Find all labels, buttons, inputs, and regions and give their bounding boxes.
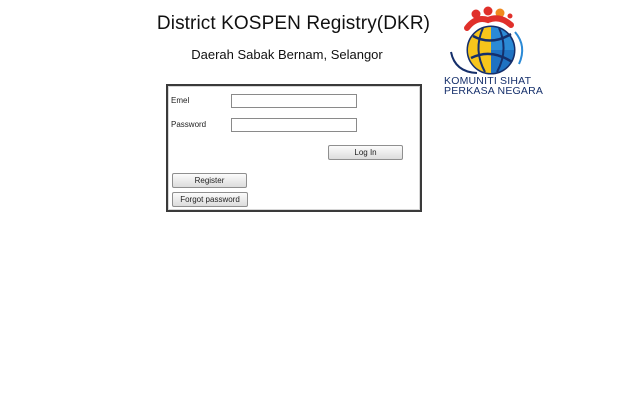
register-button[interactable]: Register [172,173,247,188]
password-label: Password [171,120,207,129]
email-field[interactable] [231,94,357,108]
login-panel: Emel Password Log In Register Forgot pas… [166,84,422,212]
logo: KOMUNITI SIHAT PERKASA NEGARA [443,6,565,98]
komuniti-sihat-logo-icon [450,6,524,75]
email-label: Emel [171,96,190,105]
login-button[interactable]: Log In [328,145,403,160]
password-field[interactable] [231,118,357,132]
forgot-password-button[interactable]: Forgot password [172,192,248,207]
logo-text-line-2: PERKASA NEGARA [444,85,544,97]
